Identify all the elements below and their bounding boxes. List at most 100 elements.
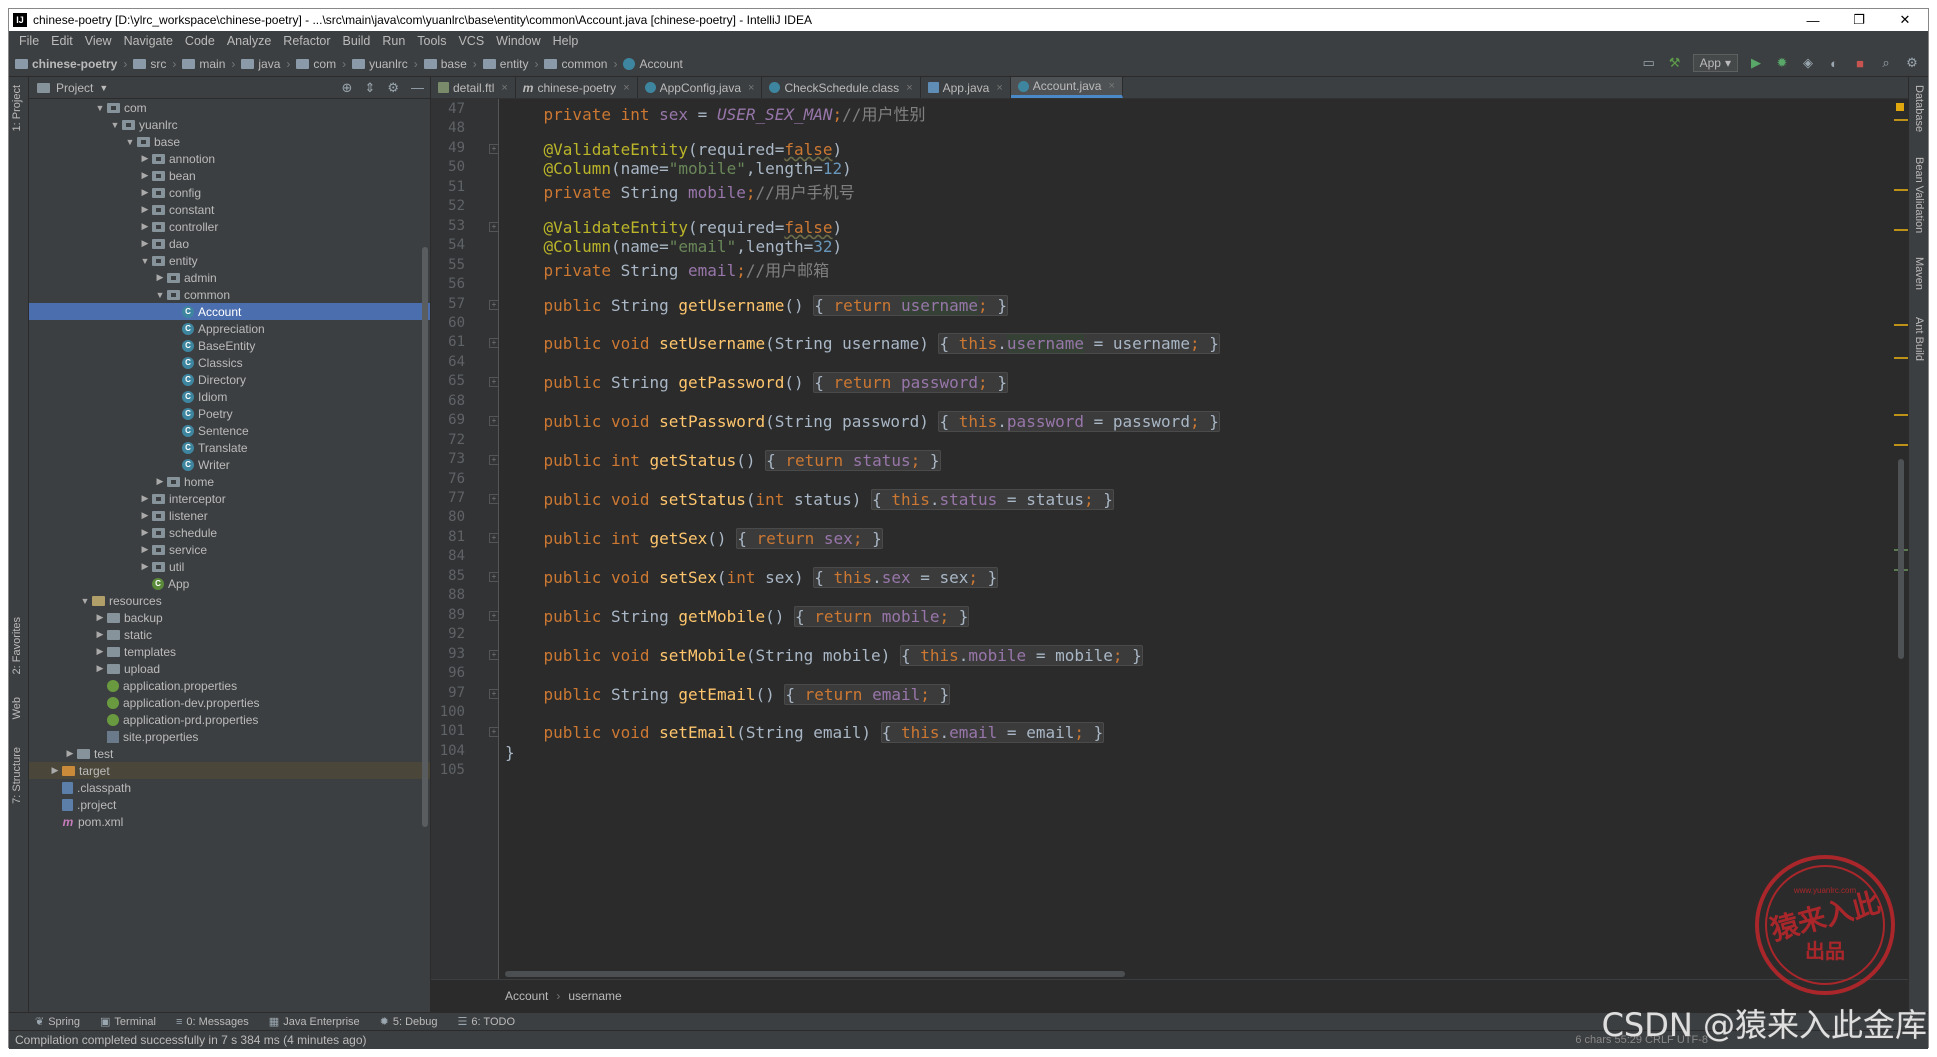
- tool-window-button[interactable]: ▣ Terminal: [100, 1015, 156, 1029]
- code-line[interactable]: public void setStatus(int status) { this…: [505, 489, 1114, 510]
- code-line[interactable]: public String getMobile() { return mobil…: [505, 605, 970, 627]
- layout-icon[interactable]: ▭: [1641, 55, 1657, 71]
- tree-node[interactable]: C Classics: [29, 354, 430, 371]
- fold-icon[interactable]: +: [489, 727, 499, 738]
- editor-hscrollbar[interactable]: [505, 971, 1125, 977]
- breadcrumb-item[interactable]: src ›: [133, 57, 182, 71]
- close-tab-icon[interactable]: ×: [906, 82, 912, 94]
- menu-edit[interactable]: Edit: [45, 34, 79, 48]
- tab-project[interactable]: 1: Project: [11, 85, 23, 131]
- tree-node[interactable]: ▶ backup: [29, 609, 430, 626]
- tree-node[interactable]: site.properties: [29, 728, 430, 745]
- locate-icon[interactable]: ⊕: [342, 80, 353, 96]
- code-line[interactable]: public void setMobile(String mobile) { t…: [505, 644, 1143, 666]
- tree-node[interactable]: ▶ templates: [29, 643, 430, 660]
- editor-tab[interactable]: AppConfig.java ×: [638, 77, 763, 98]
- tree-node[interactable]: ▼ com: [29, 99, 430, 116]
- code-line[interactable]: }: [505, 743, 515, 762]
- tree-node[interactable]: ▼ yuanlrc: [29, 116, 430, 133]
- marker[interactable]: [1894, 324, 1908, 326]
- breadcrumb-item[interactable]: main ›: [182, 57, 241, 71]
- code-line[interactable]: private String mobile;//用户手机号: [505, 179, 855, 203]
- menu-run[interactable]: Run: [376, 34, 411, 48]
- tree-node[interactable]: C Appreciation: [29, 320, 430, 337]
- expand-arrow-icon[interactable]: ▶: [138, 153, 152, 164]
- fold-icon[interactable]: +: [489, 494, 499, 504]
- tree-node[interactable]: ▶ admin: [29, 269, 430, 286]
- crumb-class[interactable]: Account: [505, 989, 548, 1003]
- warning-icon[interactable]: [1896, 103, 1904, 111]
- expand-arrow-icon[interactable]: ▶: [93, 612, 107, 623]
- menu-vcs[interactable]: VCS: [452, 34, 490, 48]
- expand-arrow-icon[interactable]: ▶: [153, 476, 167, 487]
- fold-icon[interactable]: +: [489, 571, 499, 582]
- close-button[interactable]: ✕: [1882, 9, 1928, 31]
- tree-node[interactable]: ▶ bean: [29, 167, 430, 184]
- close-tab-icon[interactable]: ×: [996, 82, 1002, 94]
- tree-node[interactable]: ▶ static: [29, 626, 430, 643]
- tab-database[interactable]: Database: [1913, 85, 1925, 132]
- tool-window-button[interactable]: ▦ Java Enterprise: [269, 1015, 360, 1029]
- menu-tools[interactable]: Tools: [411, 34, 452, 48]
- tree-node[interactable]: ▶ controller: [29, 218, 430, 235]
- run-icon[interactable]: ▶: [1748, 55, 1764, 71]
- code-line[interactable]: public int getStatus() { return status; …: [505, 450, 941, 472]
- fold-icon[interactable]: +: [489, 416, 499, 427]
- menu-build[interactable]: Build: [337, 34, 377, 48]
- close-tab-icon[interactable]: ×: [1108, 80, 1114, 92]
- tree-node[interactable]: ▼ entity: [29, 252, 430, 269]
- crumb-member[interactable]: username: [568, 989, 621, 1003]
- code-line[interactable]: @ValidateEntity(required=false): [505, 140, 843, 159]
- breadcrumb-item[interactable]: chinese-poetry ›: [15, 57, 133, 71]
- expand-arrow-icon[interactable]: ▼: [123, 137, 137, 147]
- expand-arrow-icon[interactable]: ▶: [138, 187, 152, 198]
- run-config-select[interactable]: App ▾: [1692, 54, 1738, 72]
- tab-web[interactable]: Web: [11, 697, 23, 719]
- tree-node[interactable]: ▶ upload: [29, 660, 430, 677]
- profile-icon[interactable]: ◐: [1826, 55, 1842, 71]
- settings-icon[interactable]: ⚙: [1904, 55, 1920, 71]
- close-tab-icon[interactable]: ×: [501, 82, 507, 94]
- marker[interactable]: [1894, 229, 1908, 231]
- expand-arrow-icon[interactable]: ▼: [78, 596, 92, 606]
- tool-window-button[interactable]: ☰ 6: TODO: [458, 1015, 515, 1029]
- code-line[interactable]: public void setPassword(String password)…: [505, 411, 1220, 433]
- tree-node[interactable]: ▶ listener: [29, 507, 430, 524]
- fold-icon[interactable]: +: [489, 649, 499, 660]
- fold-icon[interactable]: +: [489, 338, 499, 349]
- marker[interactable]: [1894, 189, 1908, 191]
- fold-icon[interactable]: +: [489, 688, 499, 699]
- tree-node[interactable]: C App: [29, 575, 430, 592]
- menu-file[interactable]: File: [13, 34, 45, 48]
- tree-node[interactable]: C Idiom: [29, 388, 430, 405]
- expand-arrow-icon[interactable]: ▶: [93, 629, 107, 640]
- code-line[interactable]: @Column(name="email",length=32): [505, 237, 843, 256]
- code-line[interactable]: @ValidateEntity(required=false): [505, 218, 843, 237]
- expand-arrow-icon[interactable]: ▶: [138, 221, 152, 232]
- tree-node[interactable]: .classpath: [29, 779, 430, 796]
- tree-node[interactable]: C Directory: [29, 371, 430, 388]
- hide-icon[interactable]: —: [411, 80, 424, 96]
- tree-node[interactable]: ▶ test: [29, 745, 430, 762]
- fold-icon[interactable]: +: [489, 377, 499, 388]
- tree-node[interactable]: ▶ service: [29, 541, 430, 558]
- tree-node[interactable]: ▼ resources: [29, 592, 430, 609]
- close-tab-icon[interactable]: ×: [748, 82, 754, 94]
- code-line[interactable]: public void setSex(int sex) { this.sex =…: [505, 566, 999, 588]
- breadcrumb-item[interactable]: java ›: [241, 57, 296, 71]
- menu-refactor[interactable]: Refactor: [277, 34, 336, 48]
- editor-tab[interactable]: detail.ftl ×: [431, 77, 516, 98]
- tab-bean-validation[interactable]: Bean Validation: [1913, 157, 1925, 233]
- breadcrumb-item[interactable]: com ›: [296, 57, 352, 71]
- fold-icon[interactable]: +: [489, 299, 499, 310]
- code-line[interactable]: private String email;//用户邮箱: [505, 257, 830, 281]
- expand-arrow-icon[interactable]: ▶: [138, 238, 152, 249]
- expand-arrow-icon[interactable]: ▶: [138, 204, 152, 215]
- tree-node[interactable]: C Poetry: [29, 405, 430, 422]
- code-line[interactable]: public int getSex() { return sex; }: [505, 527, 883, 549]
- expand-arrow-icon[interactable]: ▼: [93, 103, 107, 113]
- fold-icon[interactable]: +: [489, 455, 499, 466]
- tree-node[interactable]: m pom.xml: [29, 813, 430, 830]
- editor-tab[interactable]: m chinese-poetry ×: [516, 77, 638, 98]
- expand-arrow-icon[interactable]: ▶: [93, 646, 107, 657]
